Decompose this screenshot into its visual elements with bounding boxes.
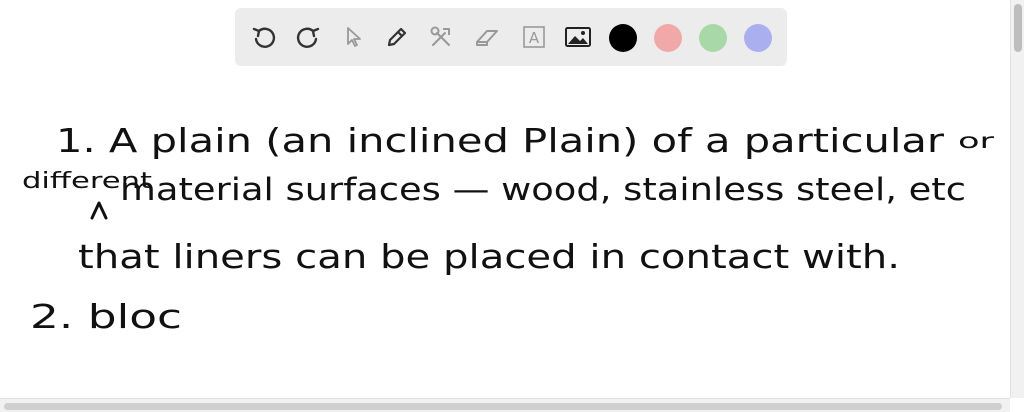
redo-button[interactable] (293, 22, 323, 52)
image-tool-button[interactable] (563, 22, 593, 52)
tools-icon (430, 26, 450, 46)
insertion-caret-mark (90, 201, 108, 220)
horizontal-scrollbar-thumb[interactable] (4, 403, 1002, 410)
vertical-scrollbar[interactable] (1010, 0, 1024, 398)
handwriting-line-2: material surfaces — wood, stainless stee… (120, 172, 966, 208)
whiteboard-canvas[interactable]: 1. A plain (an inclined Plain) of a part… (0, 70, 1010, 398)
image-icon (565, 27, 591, 47)
color-red-swatch[interactable] (654, 24, 682, 52)
color-blue-swatch[interactable] (744, 24, 772, 52)
handwriting-line-1: 1. A plain (an inclined Plain) of a part… (56, 121, 945, 160)
select-tool-button[interactable] (339, 22, 369, 52)
eraser-tool-button[interactable] (472, 22, 502, 52)
vertical-scrollbar-thumb[interactable] (1014, 4, 1022, 52)
handwriting-line-4: 2. bloc (30, 297, 182, 336)
text-tool-button[interactable]: A (519, 22, 549, 52)
pen-icon (387, 27, 407, 47)
undo-icon (252, 27, 276, 48)
color-black-swatch[interactable] (609, 24, 637, 52)
text-icon: A (523, 26, 545, 48)
whiteboard-app: A 1. A plain (an inclined Plain) of a pa… (0, 0, 1024, 412)
undo-button[interactable] (249, 22, 279, 52)
pointer-icon (347, 27, 361, 47)
pen-tool-button[interactable] (382, 22, 412, 52)
horizontal-scrollbar[interactable] (0, 398, 1010, 412)
redo-icon (296, 27, 320, 48)
eraser-icon (476, 30, 498, 46)
svg-text:A: A (529, 29, 540, 47)
tools-button[interactable] (426, 22, 456, 52)
handwriting-line-3: that liners can be placed in contact wit… (78, 237, 900, 276)
color-green-swatch[interactable] (699, 24, 727, 52)
drawing-toolbar: A (235, 8, 787, 66)
handwriting-insert-or: or (958, 129, 995, 153)
